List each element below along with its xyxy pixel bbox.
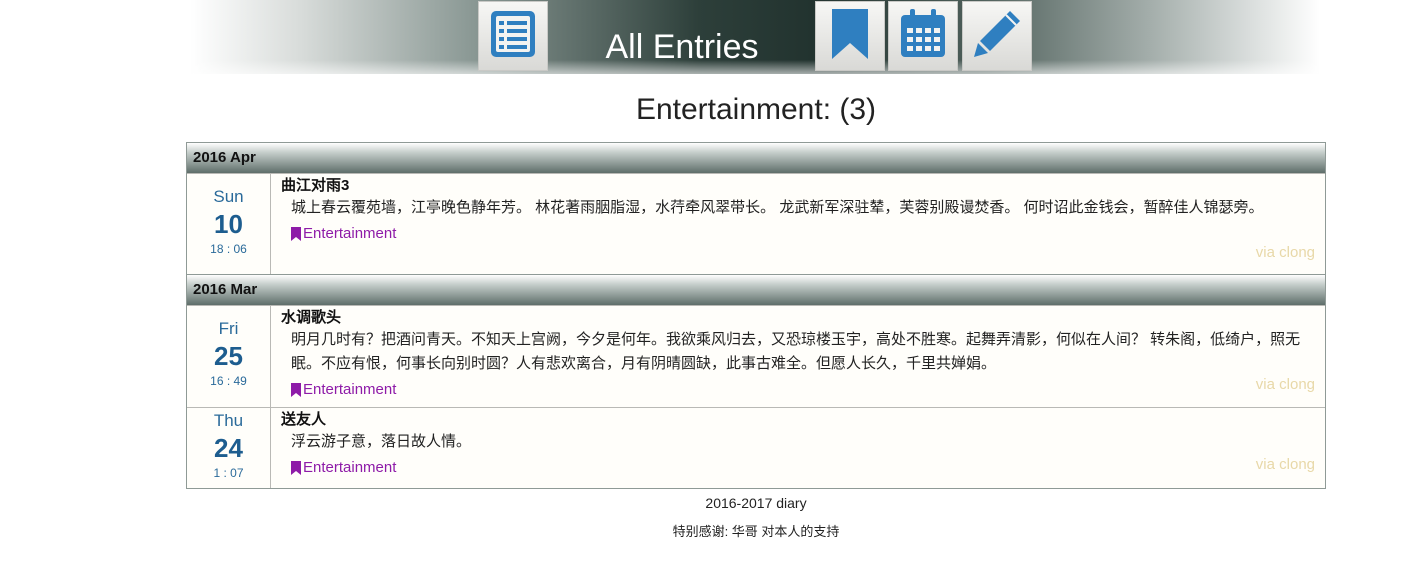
footer-copyright: 2016-2017 diary [705,495,807,511]
entry-tag[interactable]: Entertainment [281,380,396,400]
entry-title[interactable]: 曲江对雨3 [281,176,1315,196]
entry-weekday: Thu [213,411,244,430]
entry-tag-label: Entertainment [303,459,397,476]
entry-date: Sun 10 18 : 06 [187,174,271,274]
entry-tag-label: Entertainment [303,381,397,398]
entry-day: 25 [214,341,243,371]
entry-via: via clong [1255,244,1315,261]
entry-date: Thu 24 1 : 07 [187,408,271,488]
footer-thanks: 特别感谢: 华哥 对本人的支持 [672,524,840,539]
entry-day: 10 [214,209,243,239]
tag-bookmark-icon [291,461,301,475]
entry-weekday: Fri [218,319,239,338]
entry-via: via clong [1255,456,1315,473]
page-title: All Entries [605,28,759,66]
entry-row[interactable]: Sun 10 18 : 06 曲江对雨3 城上春云覆苑墙，江亭晚色静年芳。 林花… [187,173,1325,274]
entry-time: 1 : 07 [213,466,244,480]
entry-title[interactable]: 水调歌头 [281,308,1315,328]
month-header: 2016 Mar [187,274,1325,305]
category-heading: Entertainment: (3) [635,93,877,126]
tag-bookmark-icon [291,227,301,241]
calendar-icon [898,8,948,65]
entry-text: 浮云游子意，落日故人情。 [291,433,472,450]
entry-date: Fri 25 16 : 49 [187,306,271,407]
entry-tag[interactable]: Entertainment [281,458,396,478]
calendar-button[interactable] [888,1,958,71]
entry-text: 明月几时有？把酒问青天。不知天上宫阙，今夕是何年。我欲乘风归去，又恐琼楼玉宇，高… [291,331,1301,372]
entry-row[interactable]: Thu 24 1 : 07 送友人 浮云游子意，落日故人情。 Entertain… [187,407,1325,488]
entry-tag-label: Entertainment [303,225,397,242]
entry-tag[interactable]: Entertainment [281,224,396,244]
entry-title[interactable]: 送友人 [281,410,1315,430]
bookmark-icon [830,7,870,66]
month-header: 2016 Apr [187,143,1325,173]
entry-text: 城上春云覆苑墙，江亭晚色静年芳。 林花著雨胭脂湿，水荇牵风翠带长。 龙武新军深驻… [291,199,1264,216]
entry-time: 16 : 49 [210,374,247,388]
bookmark-button[interactable] [815,1,885,71]
write-button[interactable] [962,1,1032,71]
entry-body: 水调歌头 明月几时有？把酒问青天。不知天上宫阙，今夕是何年。我欲乘风归去，又恐琼… [271,306,1325,407]
entry-row[interactable]: Fri 25 16 : 49 水调歌头 明月几时有？把酒问青天。不知天上宫阙，今… [187,305,1325,407]
list-icon [488,8,538,65]
tag-bookmark-icon [291,383,301,397]
entry-time: 18 : 06 [210,242,247,256]
entry-body: 送友人 浮云游子意，落日故人情。 Entertainment via clong [271,408,1325,488]
entry-day: 24 [214,433,243,463]
entries-table: 2016 Apr Sun 10 18 : 06 曲江对雨3 城上春云覆苑墙，江亭… [186,142,1326,489]
entry-body: 曲江对雨3 城上春云覆苑墙，江亭晚色静年芳。 林花著雨胭脂湿，水荇牵风翠带长。 … [271,174,1325,274]
entry-weekday: Sun [213,187,244,206]
pencil-icon [970,7,1024,66]
list-button[interactable] [478,1,548,71]
entry-via: via clong [1255,376,1315,393]
